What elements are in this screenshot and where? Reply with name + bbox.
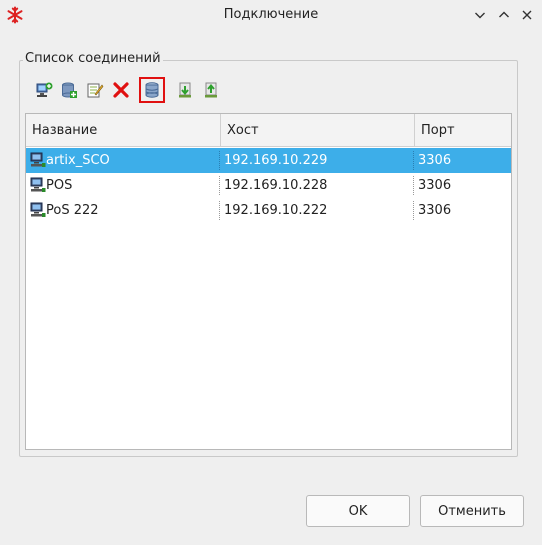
cell-port: 3306 (418, 153, 452, 168)
import-icon (179, 82, 191, 98)
cancel-button[interactable]: Отменить (420, 495, 524, 527)
export-button[interactable] (199, 78, 223, 102)
cell-name: POS (46, 178, 73, 193)
table-row[interactable]: artix_SCO 192.169.10.229 3306 (26, 148, 511, 173)
table-row[interactable]: PoS 222 192.169.10.222 3306 (26, 198, 511, 223)
close-icon (522, 10, 532, 20)
cell-host: 192.169.10.228 (224, 178, 328, 193)
cell-port: 3306 (418, 178, 452, 193)
database-settings-button[interactable] (139, 77, 165, 103)
table-row[interactable]: POS 192.169.10.228 3306 (26, 173, 511, 198)
connections-table[interactable]: Название Хост Порт artix_SCO 192.169.10.… (25, 113, 512, 450)
database-settings-icon (145, 82, 159, 98)
import-button[interactable] (173, 78, 197, 102)
add-connection-icon (36, 82, 53, 97)
column-header-name[interactable]: Название (26, 114, 220, 147)
computer-icon (30, 177, 46, 192)
computer-icon (30, 202, 46, 217)
computer-icon (30, 152, 46, 167)
chevron-up-icon (499, 11, 509, 18)
edit-button[interactable] (83, 78, 107, 102)
minimize-button[interactable] (470, 5, 490, 25)
delete-button[interactable] (109, 78, 133, 102)
cell-name: PoS 222 (46, 203, 99, 218)
ok-button[interactable]: OK (306, 495, 410, 527)
cell-name: artix_SCO (46, 153, 110, 168)
delete-icon (113, 82, 129, 98)
export-icon (205, 82, 217, 98)
column-header-port[interactable]: Порт (414, 114, 511, 147)
close-button[interactable] (517, 5, 537, 25)
add-database-icon (62, 82, 77, 98)
cell-host: 192.169.10.229 (224, 153, 328, 168)
chevron-down-icon (475, 12, 485, 19)
cell-port: 3306 (418, 203, 452, 218)
cell-host: 192.169.10.222 (224, 203, 328, 218)
window-title: Подключение (223, 7, 319, 22)
maximize-button[interactable] (494, 5, 514, 25)
group-title: Список соединений (23, 51, 163, 66)
edit-icon (87, 83, 104, 98)
table-header: Название Хост Порт (26, 114, 511, 147)
add-connection-button[interactable] (32, 78, 56, 102)
title-bar: Подключение (0, 0, 542, 30)
add-database-button[interactable] (57, 78, 81, 102)
column-header-host[interactable]: Хост (220, 114, 414, 147)
